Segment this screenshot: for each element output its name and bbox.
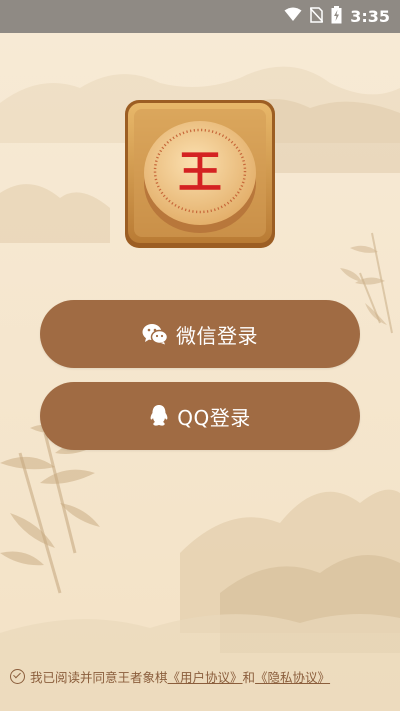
- user-agreement-link[interactable]: 《用户协议》: [168, 667, 243, 686]
- qq-penguin-icon: [149, 404, 169, 428]
- agreement-row: 我已阅读并同意王者象棋 《用户协议》 和 《隐私协议》: [10, 666, 395, 686]
- wechat-login-label: 微信登录: [176, 323, 258, 348]
- no-sim-icon: [309, 6, 324, 27]
- logo-character: 王: [178, 147, 222, 198]
- agreement-prefix: 我已阅读并同意王者象棋: [30, 669, 168, 685]
- agreement-conjunction: 和: [242, 669, 256, 685]
- qq-login-label: QQ登录: [177, 405, 251, 430]
- status-time: 3:35: [350, 7, 390, 26]
- wechat-login-button[interactable]: 微信登录: [40, 300, 360, 368]
- status-bar: 3:35: [0, 0, 400, 33]
- privacy-policy-link[interactable]: 《隐私协议》: [255, 667, 330, 686]
- status-icons: 3:35: [284, 0, 390, 33]
- qq-login-button[interactable]: QQ登录: [40, 382, 360, 450]
- wechat-icon: [142, 323, 168, 345]
- battery-charging-icon: [331, 5, 342, 28]
- agreement-checkbox[interactable]: [10, 668, 25, 684]
- chinese-chess-piece-icon: 王: [125, 100, 275, 248]
- wifi-icon: [284, 7, 302, 26]
- app-logo: 王: [124, 99, 276, 249]
